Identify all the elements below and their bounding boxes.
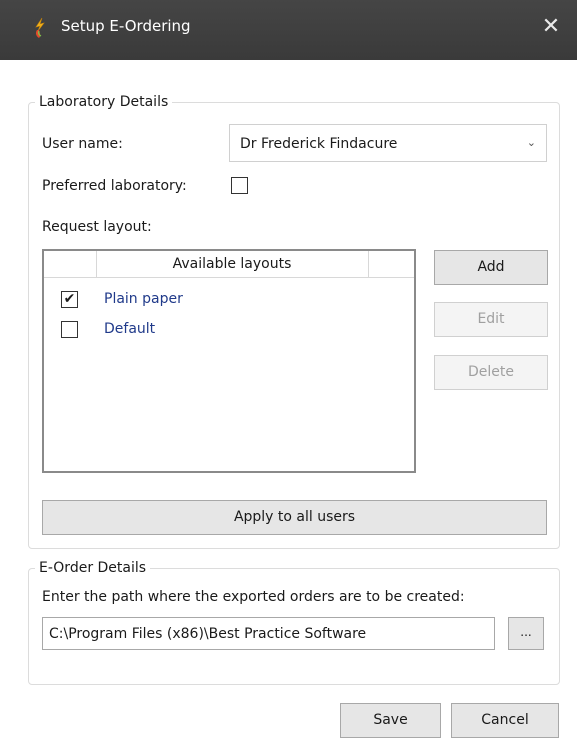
edit-button[interactable]: Edit	[434, 302, 548, 337]
layout-row[interactable]: ✔ Plain paper	[44, 285, 414, 315]
export-path-input[interactable]: C:\Program Files (x86)\Best Practice Sof…	[42, 617, 495, 650]
e-order-details-legend: E-Order Details	[35, 559, 151, 577]
preferred-laboratory-label: Preferred laboratory:	[42, 178, 187, 194]
layout-name: Plain paper	[104, 291, 183, 307]
user-name-value: Dr Frederick Findacure	[240, 136, 398, 152]
window-title: Setup E-Ordering	[61, 17, 191, 35]
layout-checkbox[interactable]	[61, 321, 78, 338]
app-icon	[33, 17, 49, 39]
request-layout-label: Request layout:	[42, 219, 152, 235]
preferred-laboratory-checkbox[interactable]	[231, 177, 248, 194]
layouts-grid[interactable]: Available layouts ✔ Plain paper Default	[42, 249, 416, 473]
cancel-button[interactable]: Cancel	[451, 703, 559, 738]
export-path-value: C:\Program Files (x86)\Best Practice Sof…	[49, 626, 367, 642]
user-name-dropdown[interactable]: Dr Frederick Findacure ⌄	[229, 124, 547, 162]
layout-checkbox[interactable]: ✔	[61, 291, 78, 308]
available-layouts-header: Available layouts	[172, 256, 292, 272]
layouts-grid-header: Available layouts	[44, 251, 414, 278]
browse-button[interactable]: ...	[508, 617, 544, 650]
dialog-body: Laboratory Details User name: Dr Frederi…	[0, 60, 577, 738]
export-path-label: Enter the path where the exported orders…	[42, 589, 465, 605]
user-name-label: User name:	[42, 136, 123, 152]
chevron-down-icon: ⌄	[526, 136, 536, 149]
save-button[interactable]: Save	[340, 703, 441, 738]
add-button[interactable]: Add	[434, 250, 548, 285]
apply-to-all-users-button[interactable]: Apply to all users	[42, 500, 547, 535]
layout-name: Default	[104, 321, 156, 337]
laboratory-details-legend: Laboratory Details	[35, 93, 173, 111]
delete-button[interactable]: Delete	[434, 355, 548, 390]
header-divider	[368, 251, 369, 278]
close-icon[interactable]: ✕	[536, 12, 566, 42]
layout-row[interactable]: Default	[44, 315, 414, 345]
title-bar: Setup E-Ordering ✕	[0, 0, 577, 60]
